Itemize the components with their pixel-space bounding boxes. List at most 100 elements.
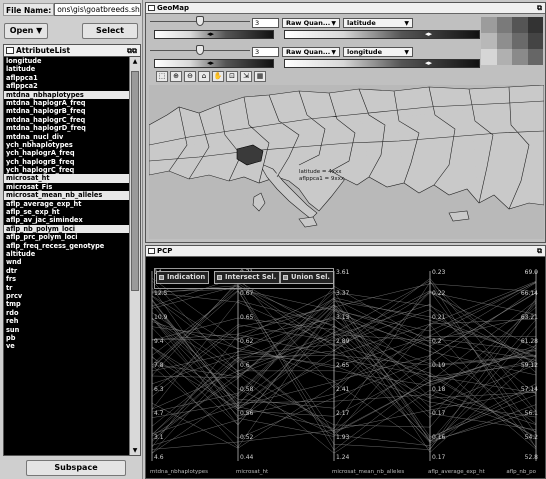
pcp-axis-bottom-value: 0.44 [240, 454, 254, 461]
attribute-select-1[interactable]: latitude ▼ [343, 17, 413, 28]
attribute-list-item[interactable]: ych_haplogrB_freq [4, 158, 130, 166]
attribute-list-item[interactable]: aflp_prc_polym_loci [4, 233, 130, 241]
file-name-row: File Name: ons\gis\goatbreeds.shp [3, 3, 141, 16]
reset-icon[interactable]: ⇲ [240, 71, 252, 82]
pcp-axis-top-value: 0.23 [432, 269, 446, 276]
pan-icon[interactable]: ✋ [212, 71, 224, 82]
attribute-list-item[interactable]: sun [4, 326, 130, 334]
subspace-button[interactable]: Subspace [26, 460, 126, 476]
pcp-tick-label: 1.93 [336, 434, 350, 441]
open-button[interactable]: Open ▼ [4, 23, 48, 39]
attribute-list-item[interactable]: wnd [4, 258, 130, 266]
indication-toggle[interactable]: Indication [156, 271, 210, 284]
map-canvas[interactable]: latitude = 4xxx aflppca1 = 9xxx [149, 85, 544, 239]
home-icon[interactable]: ⌂ [198, 71, 210, 82]
legend-cell [512, 49, 528, 65]
file-name-field[interactable]: ons\gis\goatbreeds.shp [54, 3, 141, 16]
pcp-tick-label: 66.14 [521, 290, 538, 297]
grid-icon[interactable]: ▦ [254, 71, 266, 82]
pcp-canvas[interactable]: 140.713.610.2369.012.50.673.370.2266.141… [146, 257, 545, 478]
method-select-2[interactable]: Raw Quan... ▼ [282, 46, 340, 57]
attribute-list-item[interactable]: tr [4, 284, 130, 292]
checkbox-icon [159, 275, 164, 280]
attribute-list-item[interactable]: tmp [4, 300, 130, 308]
color-bar-2a: ◂▸ [154, 59, 274, 68]
attribute-list-item[interactable]: microsat_Fis [4, 183, 130, 191]
class-count-input-2[interactable]: 3 [252, 46, 279, 57]
pcp-title: PCP [157, 247, 173, 255]
left-panel: File Name: ons\gis\goatbreeds.shp Open ▼… [0, 0, 143, 479]
map-toolbar: ⬚ ⊕ ⊖ ⌂ ✋ ⊡ ⇲ ▦ [156, 71, 266, 83]
attribute-list-item[interactable]: microsat_ht [4, 174, 130, 183]
slider-knob[interactable] [196, 44, 204, 55]
attribute-list-item[interactable]: reh [4, 317, 130, 325]
attribute-list-item[interactable]: altitude [4, 250, 130, 258]
bar-marker-icon: ◂▸ [207, 30, 215, 38]
attribute-select-2[interactable]: longitude ▼ [343, 46, 413, 57]
attribute-list-item[interactable]: dtr [4, 267, 130, 275]
attribute-list-item[interactable]: aflp_average_exp_ht [4, 200, 130, 208]
legend-cell [512, 17, 528, 33]
maximize-icon[interactable]: ⧉ [537, 3, 542, 14]
attribute-list-item[interactable]: mtdna_haplogrB_freq [4, 107, 130, 115]
fit-extent-icon[interactable]: ⊡ [226, 71, 238, 82]
pcp-tick-label: 0.2 [432, 338, 442, 345]
color-bar-1b: ◂▸ [284, 30, 480, 39]
attribute-list-item[interactable]: aflp_freq_recess_genotype [4, 242, 130, 250]
attribute-list-item[interactable]: aflp_nb_polym_loci [4, 224, 130, 234]
chevron-down-icon: ▼ [331, 48, 336, 56]
attribute-list-titlebar: AttributeList ⧉⧉ [4, 45, 140, 57]
attribute-list-item[interactable]: longitude [4, 57, 130, 65]
attribute-list-item[interactable]: prcv [4, 292, 130, 300]
attribute-list-item[interactable]: rdo [4, 309, 130, 317]
class-slider-1[interactable] [150, 15, 250, 26]
union-selection-toggle[interactable]: Union Sel. [280, 271, 334, 284]
map-tooltip-line-2: aflppca1 = 9xxx [299, 176, 345, 182]
pcp-axis-name: aflp_nb_po [506, 469, 536, 475]
attribute-list-item[interactable]: mtdna_haplogrD_freq [4, 124, 130, 132]
slider-knob[interactable] [196, 15, 204, 26]
attribute-list-item[interactable]: mtdna_haplogrA_freq [4, 99, 130, 107]
intersect-selection-toggle[interactable]: Intersect Sel. [214, 271, 281, 284]
class-slider-2[interactable] [150, 44, 250, 55]
scroll-down-icon[interactable]: ▼ [131, 447, 139, 454]
attribute-list-item[interactable]: frs [4, 275, 130, 283]
attribute-list-item[interactable]: ych_haplogrC_freq [4, 166, 130, 174]
attribute-list-title: AttributeList [16, 46, 71, 55]
attribute-list-item[interactable]: aflp_se_exp_ht [4, 208, 130, 216]
attribute-list-item[interactable]: aflp_av_jac_simindex [4, 216, 130, 224]
attribute-list-item[interactable]: mtdna_nbhaplotypes [4, 90, 130, 99]
attribute-list-item[interactable]: pb [4, 334, 130, 342]
window-controls-icon[interactable]: ⧉⧉ [127, 45, 137, 57]
legend-cell [496, 49, 512, 65]
pcp-tick-label: 4.7 [154, 410, 164, 417]
scrollbar-thumb[interactable] [131, 71, 139, 291]
window-icon [148, 248, 155, 254]
attribute-list-item[interactable]: aflppca1 [4, 74, 130, 82]
pcp-tick-label: 3.1 [154, 434, 164, 441]
pcp-tick-label: 10.9 [154, 314, 168, 321]
scroll-up-icon[interactable]: ▲ [131, 58, 139, 65]
attribute-list-window: AttributeList ⧉⧉ longitude latitude aflppc… [3, 44, 141, 456]
select-button[interactable]: Select [82, 23, 138, 39]
attribute-list-item[interactable]: ych_haplogrA_freq [4, 149, 130, 157]
class-count-input-1[interactable]: 3 [252, 17, 279, 28]
legend-cell [481, 33, 497, 49]
attribute-list-item[interactable]: microsat_mean_nb_alleles [4, 191, 130, 200]
maximize-icon[interactable]: ⧉ [537, 246, 542, 257]
attribute-list-item[interactable]: ych_nbhaplotypes [4, 141, 130, 149]
attribute-list-item[interactable]: aflppca2 [4, 82, 130, 90]
attribute-list-item[interactable]: mtdna_haplogrC_freq [4, 116, 130, 124]
attribute-list-item[interactable]: mtdna_nucl_div [4, 133, 130, 141]
method-select-1[interactable]: Raw Quan... ▼ [282, 17, 340, 28]
pcp-axis-top-value: 69.0 [525, 269, 539, 276]
attribute-list-scrollbar[interactable]: ▲ ▼ [129, 57, 140, 455]
zoom-in-icon[interactable]: ⊕ [170, 71, 182, 82]
attribute-list-item[interactable]: latitude [4, 65, 130, 73]
chevron-down-icon: ▼ [404, 19, 409, 27]
attribute-list-item[interactable]: ve [4, 342, 130, 350]
zoom-out-icon[interactable]: ⊖ [184, 71, 196, 82]
pcp-axis-bottom-value: 1.24 [336, 454, 350, 461]
pcp-tick-label: 57.14 [521, 386, 538, 393]
select-tool-icon[interactable]: ⬚ [156, 71, 168, 82]
